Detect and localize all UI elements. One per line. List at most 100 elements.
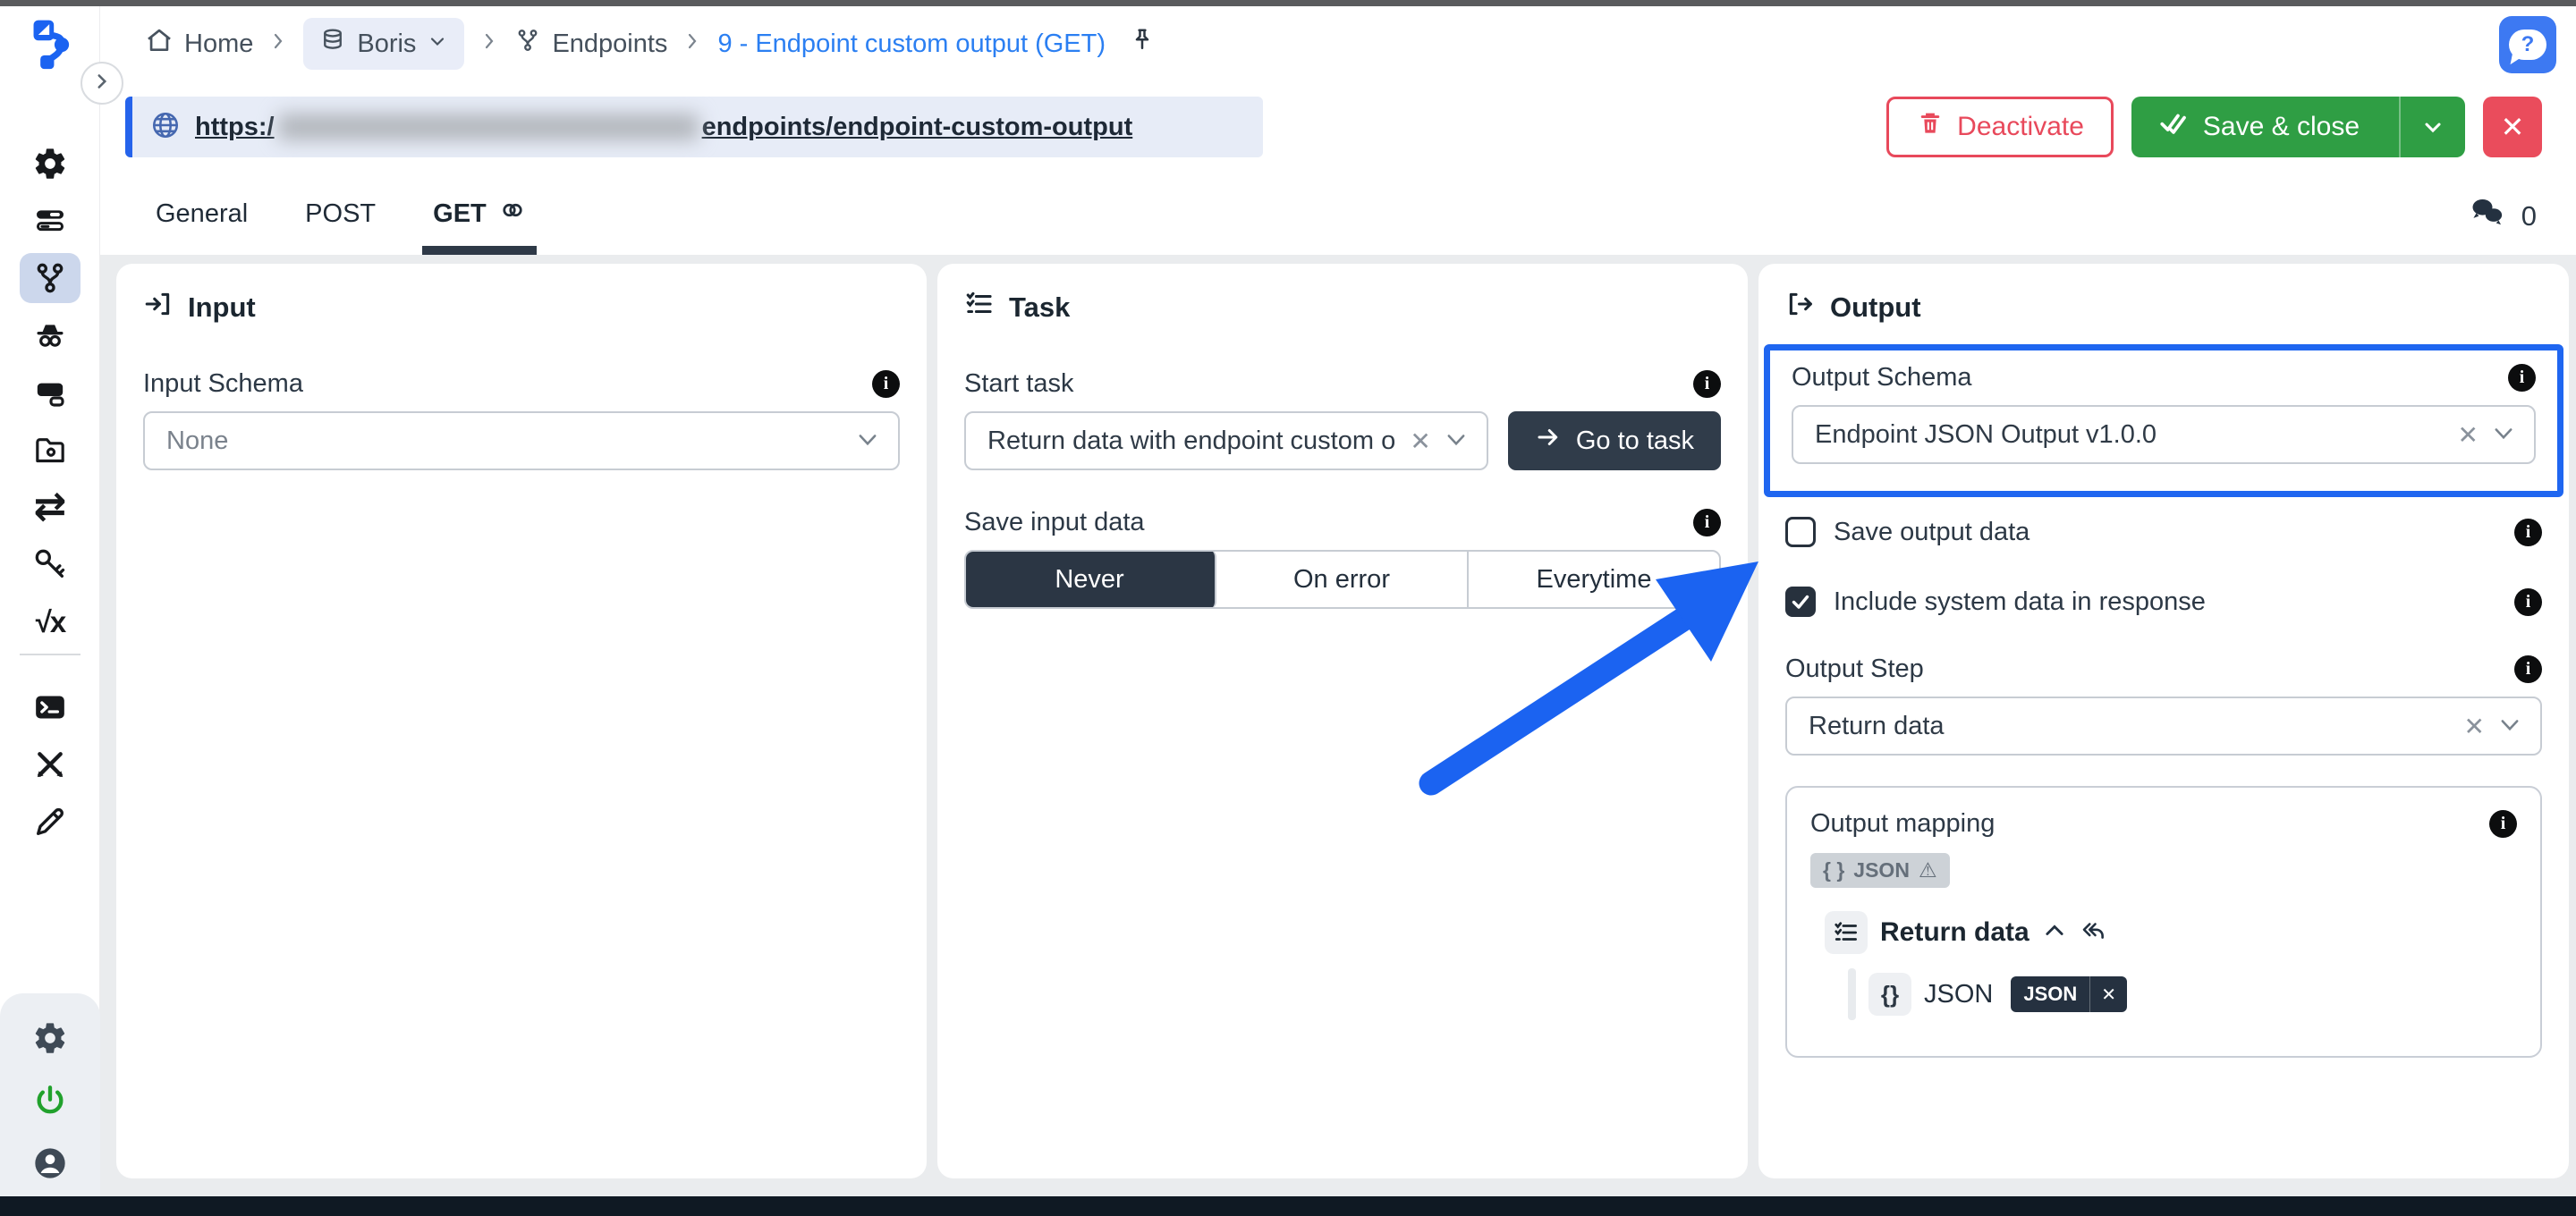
start-task-label: Start task xyxy=(964,369,1693,399)
window-top-strip xyxy=(0,0,2576,6)
sidebar-item-keys[interactable] xyxy=(0,536,100,593)
info-icon[interactable]: i xyxy=(2514,588,2542,616)
link-icon xyxy=(499,197,526,231)
tab-general[interactable]: General xyxy=(145,173,258,255)
output-schema-select[interactable]: Endpoint JSON Output v1.0.0 ✕ xyxy=(1792,405,2536,464)
home-icon xyxy=(145,26,174,62)
sidebar-item-tasks[interactable] xyxy=(0,192,100,249)
save-options-caret[interactable] xyxy=(2399,97,2465,157)
mapping-child-chip[interactable]: JSON ✕ xyxy=(2011,976,2127,1012)
deactivate-label: Deactivate xyxy=(1957,112,2084,142)
clear-icon[interactable]: ✕ xyxy=(1410,426,1430,456)
reply-all-icon[interactable] xyxy=(2080,917,2106,949)
pin-icon[interactable] xyxy=(1129,27,1156,61)
info-icon[interactable]: i xyxy=(872,370,900,398)
output-panel: Output Output Schema i Endpoint JSON Out… xyxy=(1758,264,2569,1178)
branch-icon xyxy=(514,27,541,61)
task-panel: Task Start task i Return data with endpo… xyxy=(937,264,1748,1178)
folder-gear-icon xyxy=(31,431,69,469)
mapping-type-badge[interactable]: { } JSON ⚠ xyxy=(1810,853,1950,888)
start-task-select[interactable]: Return data with endpoint custom outp ✕ xyxy=(964,411,1488,470)
sidebar-bottom-group xyxy=(0,993,100,1196)
output-step-select[interactable]: Return data ✕ xyxy=(1785,697,2542,756)
sidebar-item-endpoints[interactable] xyxy=(0,249,100,307)
comments-counter[interactable]: 0 xyxy=(2468,173,2537,255)
mapping-child-row[interactable]: {} JSON JSON ✕ xyxy=(1848,968,2517,1020)
output-mapping-label: Output mapping xyxy=(1810,809,2489,839)
power-icon xyxy=(31,1082,69,1119)
help-chat-button[interactable]: ? xyxy=(2499,16,2556,73)
deactivate-button[interactable]: Deactivate xyxy=(1886,97,2114,157)
app-logo[interactable] xyxy=(27,17,79,72)
chevron-up-icon[interactable] xyxy=(2042,918,2067,948)
endpoint-url-bar[interactable]: https:/ endpoints/endpoint-custom-output xyxy=(125,97,1263,157)
breadcrumb-endpoints[interactable]: Endpoints xyxy=(514,27,667,61)
output-schema-label: Output Schema xyxy=(1792,363,2508,393)
gear-icon xyxy=(31,145,69,182)
sidebar-item-design-tools[interactable] xyxy=(0,736,100,793)
mapping-node-label: Return data xyxy=(1880,917,2029,948)
close-icon: ✕ xyxy=(2501,110,2525,144)
sidebar-item-agents[interactable] xyxy=(0,307,100,364)
save-output-checkbox[interactable] xyxy=(1785,517,1816,547)
output-icon xyxy=(1785,289,1816,326)
include-system-data-checkbox[interactable] xyxy=(1785,587,1816,617)
help-bubble-icon: ? xyxy=(2509,30,2546,60)
sidebar-item-formulas[interactable]: √x xyxy=(0,593,100,650)
breadcrumb-project-selector[interactable]: Boris xyxy=(303,18,464,70)
branch-icon xyxy=(31,259,69,297)
tab-post[interactable]: POST xyxy=(294,173,386,255)
breadcrumb-current[interactable]: 9 - Endpoint custom output (GET) xyxy=(717,30,1106,59)
checklist-icon xyxy=(964,289,995,326)
save-close-main[interactable]: Save & close xyxy=(2131,97,2386,157)
breadcrumb-home[interactable]: Home xyxy=(145,26,253,62)
clear-icon[interactable]: ✕ xyxy=(2464,712,2485,741)
sidebar-item-labels[interactable] xyxy=(0,364,100,421)
spy-icon xyxy=(31,317,69,354)
save-close-button[interactable]: Save & close xyxy=(2131,97,2465,157)
comments-count: 0 xyxy=(2521,200,2537,232)
breadcrumb: Home Boris Endpoints 9 - Endpoint custom… xyxy=(100,6,2576,81)
chevron-down-icon xyxy=(2491,420,2516,450)
url-accent-bar xyxy=(125,97,132,157)
close-button[interactable]: ✕ xyxy=(2483,97,2542,157)
input-panel: Input Input Schema i None xyxy=(116,264,927,1178)
endpoint-url-link[interactable]: https:/ endpoints/endpoint-custom-output xyxy=(195,113,1132,142)
info-icon[interactable]: i xyxy=(2508,364,2536,392)
segment-everytime[interactable]: Everytime xyxy=(1469,552,1719,607)
info-icon[interactable]: i xyxy=(1693,370,1721,398)
save-input-data-segmented: Never On error Everytime xyxy=(964,550,1721,609)
save-output-data-row[interactable]: Save output data i xyxy=(1785,517,2542,547)
sidebar-item-preferences[interactable] xyxy=(0,1018,100,1058)
breadcrumb-endpoints-label: Endpoints xyxy=(552,30,667,59)
output-mapping-box: Output mapping i { } JSON ⚠ Return data xyxy=(1785,786,2542,1058)
input-schema-select[interactable]: None xyxy=(143,411,900,470)
breadcrumb-home-label: Home xyxy=(184,30,253,59)
sidebar-expand-button[interactable] xyxy=(80,62,123,105)
mapping-node-row[interactable]: Return data xyxy=(1825,911,2517,954)
segment-never[interactable]: Never xyxy=(964,550,1216,609)
info-icon[interactable]: i xyxy=(2514,655,2542,683)
tab-get[interactable]: GET xyxy=(422,173,537,255)
info-icon[interactable]: i xyxy=(2489,810,2517,838)
chip-json-label: JSON xyxy=(2011,976,2089,1012)
sidebar-item-console[interactable] xyxy=(0,679,100,736)
sidebar-item-transfers[interactable]: ⇄ xyxy=(0,478,100,536)
include-system-data-row[interactable]: Include system data in response i xyxy=(1785,587,2542,617)
info-icon[interactable]: i xyxy=(1693,509,1721,536)
sidebar-item-edit[interactable] xyxy=(0,793,100,850)
sidebar-item-settings[interactable] xyxy=(0,135,100,192)
indent-bar xyxy=(1848,968,1856,1020)
clear-icon[interactable]: ✕ xyxy=(2458,420,2479,450)
sidebar-item-project-files[interactable] xyxy=(0,421,100,478)
sidebar-item-account[interactable] xyxy=(0,1144,100,1183)
info-icon[interactable]: i xyxy=(2514,519,2542,546)
key-icon xyxy=(31,545,69,583)
sidebar: ⇄ √x xyxy=(0,6,100,1196)
chevron-separator-icon xyxy=(267,30,289,59)
sidebar-item-logout[interactable] xyxy=(0,1081,100,1120)
segment-on-error[interactable]: On error xyxy=(1216,552,1469,607)
swap-arrows-icon: ⇄ xyxy=(31,488,69,526)
chip-remove-icon[interactable]: ✕ xyxy=(2090,976,2127,1012)
go-to-task-button[interactable]: Go to task xyxy=(1508,411,1721,470)
